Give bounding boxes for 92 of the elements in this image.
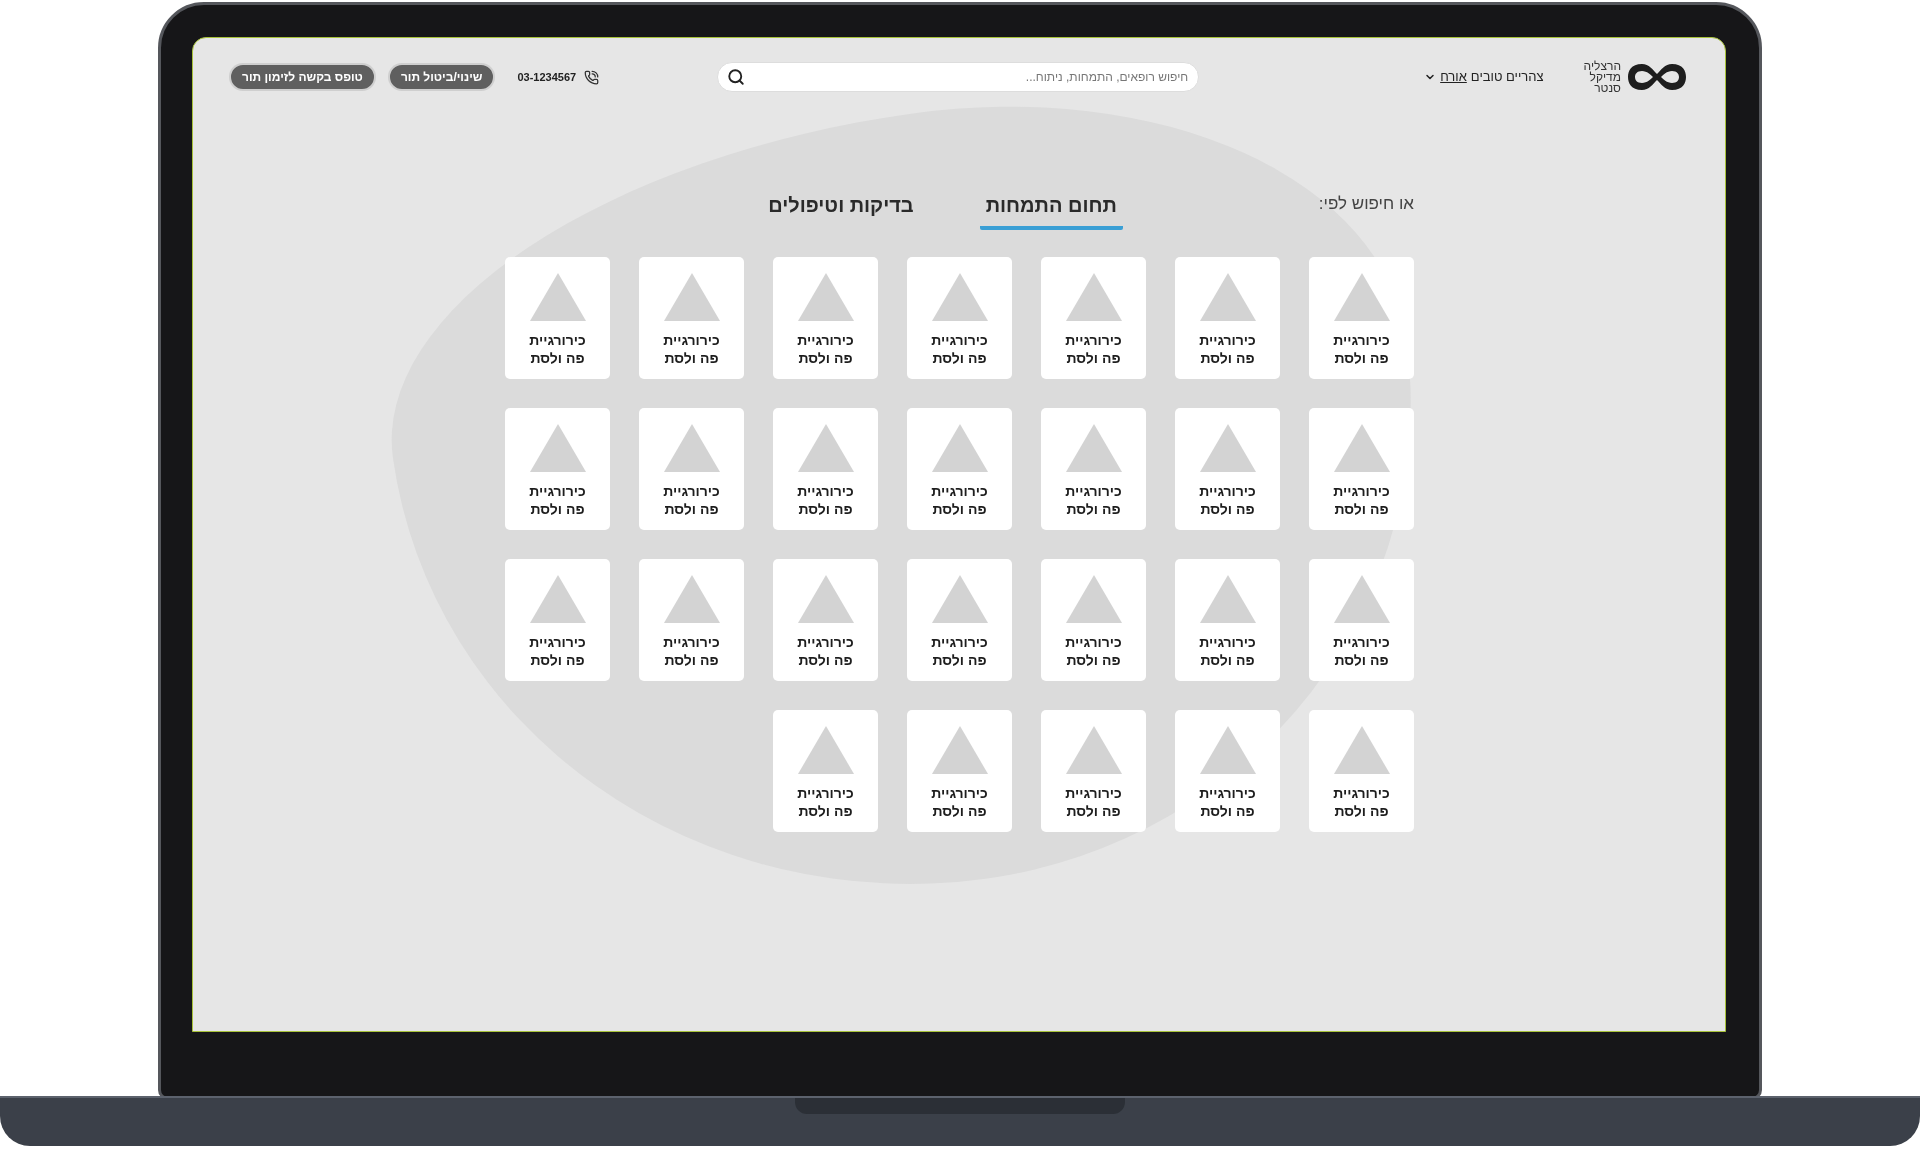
specialty-card[interactable]: כירורגיית פה ולסת (907, 408, 1012, 530)
image-placeholder-icon (797, 273, 854, 321)
card-title: כירורגיית פה ולסת (1332, 331, 1391, 367)
card-title: כירורגיית פה ולסת (1064, 331, 1123, 367)
specialty-card[interactable]: כירורגיית פה ולסת (773, 257, 878, 379)
specialty-card[interactable]: כירורגיית פה ולסת (505, 257, 610, 379)
specialty-card[interactable]: כירורגיית פה ולסת (773, 559, 878, 681)
specialty-card[interactable]: כירורגיית פה ולסת (639, 559, 744, 681)
search-by-label: או חיפוש לפי: (1318, 192, 1414, 215)
specialty-card[interactable]: כירורגיית פה ולסת (907, 559, 1012, 681)
image-placeholder-icon (797, 726, 854, 774)
specialty-card[interactable]: כירורגיית פה ולסת (1309, 408, 1414, 530)
card-title: כירורגיית פה ולסת (1064, 482, 1123, 518)
specialty-card[interactable]: כירורגיית פה ולסת (1175, 710, 1280, 832)
card-title: כירורגיית פה ולסת (662, 331, 721, 367)
specialty-card[interactable]: כירורגיית פה ולסת (1175, 559, 1280, 681)
specialty-card[interactable]: כירורגיית פה ולסת (1309, 559, 1414, 681)
image-placeholder-icon (529, 273, 586, 321)
image-placeholder-icon (1065, 273, 1122, 321)
logo-text: הרצליה (1583, 60, 1621, 72)
image-placeholder-icon (1065, 575, 1122, 623)
card-title: כירורגיית פה ולסת (796, 331, 855, 367)
image-placeholder-icon (1199, 273, 1256, 321)
card-title: כירורגיית פה ולסת (930, 482, 989, 518)
card-title: כירורגיית פה ולסת (1064, 633, 1123, 669)
image-placeholder-icon (529, 575, 586, 623)
image-placeholder-icon (1333, 424, 1390, 472)
specialty-card[interactable]: כירורגיית פה ולסת (1041, 408, 1146, 530)
pill-button[interactable]: שינוי/ביטול תור (387, 63, 496, 91)
card-title: כירורגיית פה ולסת (796, 633, 855, 669)
image-placeholder-icon (1333, 575, 1390, 623)
specialty-card[interactable]: כירורגיית פה ולסת (639, 257, 744, 379)
image-placeholder-icon (663, 273, 720, 321)
image-placeholder-icon (797, 424, 854, 472)
card-title: כירורגיית פה ולסת (1198, 633, 1257, 669)
card-title: כירורגיית פה ולסת (1332, 482, 1391, 518)
phone-icon (584, 69, 600, 85)
card-title: כירורגיית פה ולסת (662, 633, 721, 669)
card-title: כירורגיית פה ולסת (1198, 482, 1257, 518)
search-icon (727, 68, 746, 86)
pill-button[interactable]: טופס בקשה לזימון תור (229, 63, 376, 91)
card-title: כירורגיית פה ולסת (796, 482, 855, 518)
specialty-card[interactable]: כירורגיית פה ולסת (1041, 710, 1146, 832)
image-placeholder-icon (931, 726, 988, 774)
specialty-card[interactable]: כירורגיית פה ולסת (505, 559, 610, 681)
card-title: כירורגיית פה ולסת (1198, 331, 1257, 367)
card-title: כירורגיית פה ולסת (1198, 784, 1257, 820)
card-title: כירורגיית פה ולסת (1332, 784, 1391, 820)
tab[interactable]: בדיקות וטיפולים (762, 190, 920, 230)
card-title: כירורגיית פה ולסת (796, 784, 855, 820)
specialty-card[interactable]: כירורגיית פה ולסת (907, 710, 1012, 832)
tab[interactable]: תחום התמחות (979, 190, 1123, 230)
specialty-card[interactable]: כירורגיית פה ולסת (1309, 257, 1414, 379)
image-placeholder-icon (1199, 575, 1256, 623)
specialty-card[interactable]: כירורגיית פה ולסת (1041, 559, 1146, 681)
card-title: כירורגיית פה ולסת (662, 482, 721, 518)
specialty-card[interactable]: כירורגיית פה ולסת (773, 710, 878, 832)
card-title: כירורגיית פה ולסת (1064, 784, 1123, 820)
image-placeholder-icon (1065, 726, 1122, 774)
image-placeholder-icon (663, 424, 720, 472)
image-placeholder-icon (1065, 424, 1122, 472)
image-placeholder-icon (931, 575, 988, 623)
logo[interactable]: הרצליה מדיקל סנטר (1583, 60, 1689, 94)
image-placeholder-icon (529, 424, 586, 472)
specialty-card[interactable]: כירורגיית פה ולסת (505, 408, 610, 530)
image-placeholder-icon (1199, 726, 1256, 774)
image-placeholder-icon (663, 575, 720, 623)
specialty-card[interactable]: כירורגיית פה ולסת (1309, 710, 1414, 832)
card-title: כירורגיית פה ולסת (528, 331, 587, 367)
card-title: כירורגיית פה ולסת (528, 633, 587, 669)
logo-text: מדיקל (1589, 71, 1621, 83)
card-title: כירורגיית פה ולסת (1332, 633, 1391, 669)
search-field[interactable]: חיפוש רופאים, התמחות, ניתוח... (717, 62, 1200, 92)
specialty-card[interactable]: כירורגיית פה ולסת (773, 408, 878, 530)
specialty-card[interactable]: כירורגיית פה ולסת (907, 257, 1012, 379)
logo-text: סנטר (1594, 82, 1621, 94)
card-title: כירורגיית פה ולסת (930, 784, 989, 820)
specialty-card[interactable]: כירורגיית פה ולסת (1041, 257, 1146, 379)
specialty-card[interactable]: כירורגיית פה ולסת (1175, 257, 1280, 379)
image-placeholder-icon (931, 273, 988, 321)
card-title: כירורגיית פה ולסת (930, 331, 989, 367)
image-placeholder-icon (931, 424, 988, 472)
specialty-card[interactable]: כירורגיית פה ולסת (639, 408, 744, 530)
card-title: כירורגיית פה ולסת (528, 482, 587, 518)
image-placeholder-icon (1333, 726, 1390, 774)
image-placeholder-icon (1333, 273, 1390, 321)
user-menu[interactable]: צהריים טובים אורח (1424, 67, 1544, 87)
image-placeholder-icon (1199, 424, 1256, 472)
image-placeholder-icon (797, 575, 854, 623)
card-title: כירורגיית פה ולסת (930, 633, 989, 669)
phone-number: 03-1234567 (517, 69, 577, 85)
specialty-card[interactable]: כירורגיית פה ולסת (1175, 408, 1280, 530)
